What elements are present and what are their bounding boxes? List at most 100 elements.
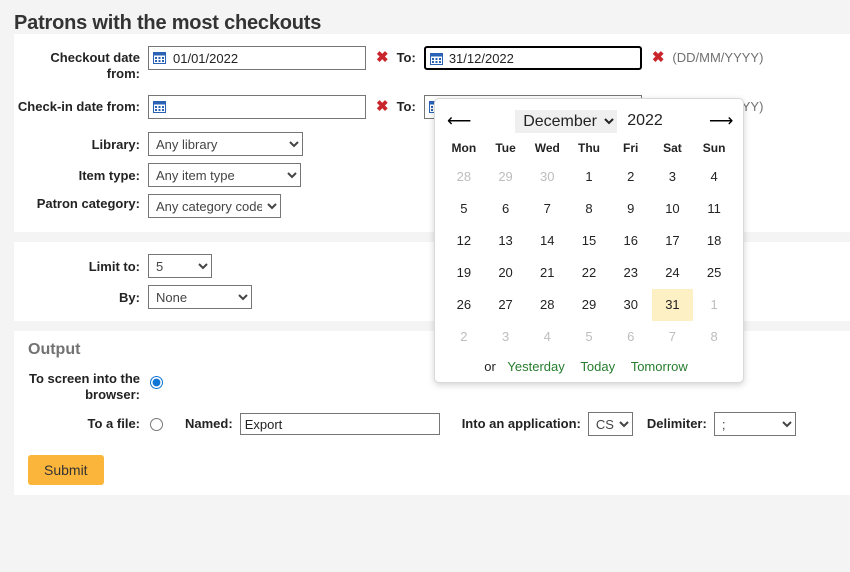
datepicker-day[interactable]: 16: [610, 225, 652, 257]
datepicker-weekday-thu: Thu: [568, 137, 610, 161]
datepicker-weekday-wed: Wed: [526, 137, 568, 161]
datepicker-weekday-fri: Fri: [610, 137, 652, 161]
patron-category-select[interactable]: Any category code: [148, 194, 281, 218]
datepicker-yesterday-link[interactable]: Yesterday: [507, 359, 564, 374]
datepicker-day[interactable]: 21: [526, 257, 568, 289]
datepicker-day[interactable]: 5: [443, 193, 485, 225]
datepicker-day[interactable]: 7: [526, 193, 568, 225]
datepicker-day-outside: 29: [485, 161, 527, 193]
patron-category-label-text: Patron category:: [37, 196, 140, 211]
datepicker-day[interactable]: 9: [610, 193, 652, 225]
clear-checkout-date-from-icon[interactable]: ✖: [376, 46, 389, 70]
limit-to-label: Limit to:: [14, 254, 148, 275]
datepicker-footer: or Yesterday Today Tomorrow: [435, 353, 743, 378]
datepicker-day[interactable]: 6: [485, 193, 527, 225]
datepicker-day-outside: 30: [526, 161, 568, 193]
datepicker-weekday-tue: Tue: [485, 137, 527, 161]
datepicker-day[interactable]: 25: [693, 257, 735, 289]
datepicker-year: 2022: [627, 112, 663, 130]
datepicker-grid: MonTueWedThuFriSatSun2829301234567891011…: [435, 135, 743, 353]
checkin-date-from-label: Check-in date from:: [14, 95, 148, 115]
datepicker-day[interactable]: 20: [485, 257, 527, 289]
row-checkout-date: Checkout date from: ✖ To:: [14, 46, 850, 82]
row-to-file: To a file: Named: Into an application: C…: [14, 412, 850, 436]
datepicker-or-label: or: [484, 359, 496, 374]
checkout-date-format-hint: (DD/MM/YYYY): [672, 46, 763, 70]
arrow-right-icon[interactable]: ⟶: [709, 111, 731, 131]
checkout-date-to-input[interactable]: [424, 46, 642, 70]
to-file-label: To a file:: [14, 416, 148, 432]
datepicker-day-outside: 2: [443, 321, 485, 353]
by-label: By:: [14, 285, 148, 306]
datepicker-day-outside: 4: [526, 321, 568, 353]
named-label: Named:: [185, 413, 233, 435]
datepicker-day[interactable]: 30: [610, 289, 652, 321]
datepicker-day[interactable]: 13: [485, 225, 527, 257]
limit-to-select[interactable]: 5: [148, 254, 212, 278]
datepicker-day-outside: 6: [610, 321, 652, 353]
named-input[interactable]: [240, 413, 440, 435]
datepicker-day-outside: 7: [652, 321, 694, 353]
to-screen-label: To screen into the browser:: [14, 371, 148, 403]
arrow-left-icon[interactable]: ⟵: [447, 111, 469, 131]
datepicker-day[interactable]: 24: [652, 257, 694, 289]
delimiter-label: Delimiter:: [647, 413, 707, 435]
item-type-select[interactable]: Any item type: [148, 163, 301, 187]
item-type-label: Item type:: [14, 163, 148, 184]
to-file-radio[interactable]: [150, 418, 163, 431]
datepicker-day-outside: 3: [485, 321, 527, 353]
datepicker-day[interactable]: 26: [443, 289, 485, 321]
checkout-date-from-label: Checkout date from:: [14, 46, 148, 82]
datepicker-day[interactable]: 8: [568, 193, 610, 225]
datepicker-day[interactable]: 22: [568, 257, 610, 289]
clear-checkin-date-from-icon[interactable]: ✖: [376, 95, 389, 119]
datepicker-day-outside: 28: [443, 161, 485, 193]
library-select[interactable]: Any library: [148, 132, 303, 156]
datepicker-day[interactable]: 2: [610, 161, 652, 193]
datepicker-tomorrow-link[interactable]: Tomorrow: [631, 359, 688, 374]
datepicker-popup: ⟵ December 2022 ⟶ MonTueWedThuFriSatSun2…: [434, 98, 744, 383]
datepicker-weekday-mon: Mon: [443, 137, 485, 161]
datepicker-header: ⟵ December 2022 ⟶: [435, 105, 743, 135]
page-title: Patrons with the most checkouts: [0, 0, 850, 34]
clear-checkout-date-to-icon[interactable]: ✖: [652, 46, 665, 70]
checkin-date-to-label: To:: [397, 95, 416, 119]
checkin-date-from-wrapper: [148, 95, 366, 119]
application-label: Into an application:: [462, 413, 581, 435]
checkout-date-from-wrapper: [148, 46, 366, 70]
application-select[interactable]: CSV: [588, 412, 633, 436]
library-label: Library:: [14, 132, 148, 153]
datepicker-day-outside: 8: [693, 321, 735, 353]
datepicker-day[interactable]: 1: [568, 161, 610, 193]
datepicker-day[interactable]: 23: [610, 257, 652, 289]
datepicker-month-year: December 2022: [469, 110, 709, 133]
datepicker-day[interactable]: 28: [526, 289, 568, 321]
datepicker-month-select[interactable]: December: [515, 110, 617, 133]
datepicker-day[interactable]: 10: [652, 193, 694, 225]
checkout-date-to-wrapper: [424, 46, 642, 70]
datepicker-day[interactable]: 3: [652, 161, 694, 193]
checkout-date-from-input[interactable]: [148, 46, 366, 70]
datepicker-day[interactable]: 12: [443, 225, 485, 257]
datepicker-day[interactable]: 14: [526, 225, 568, 257]
datepicker-day[interactable]: 11: [693, 193, 735, 225]
datepicker-day[interactable]: 27: [485, 289, 527, 321]
checkout-date-to-label: To:: [397, 46, 416, 70]
datepicker-day[interactable]: 4: [693, 161, 735, 193]
datepicker-today-link[interactable]: Today: [580, 359, 615, 374]
submit-button[interactable]: Submit: [28, 455, 104, 485]
datepicker-day[interactable]: 17: [652, 225, 694, 257]
by-select[interactable]: None: [148, 285, 252, 309]
patron-category-label: Patron category:: [14, 194, 148, 212]
datepicker-day[interactable]: 29: [568, 289, 610, 321]
datepicker-day[interactable]: 15: [568, 225, 610, 257]
datepicker-day[interactable]: 19: [443, 257, 485, 289]
datepicker-day[interactable]: 18: [693, 225, 735, 257]
datepicker-weekday-sun: Sun: [693, 137, 735, 161]
datepicker-day[interactable]: 31: [652, 289, 694, 321]
delimiter-select[interactable]: ;: [714, 412, 796, 436]
to-screen-label-text: To screen into the browser:: [29, 371, 140, 402]
to-screen-radio[interactable]: [150, 376, 163, 389]
datepicker-weekday-sat: Sat: [652, 137, 694, 161]
checkin-date-from-input[interactable]: [148, 95, 366, 119]
